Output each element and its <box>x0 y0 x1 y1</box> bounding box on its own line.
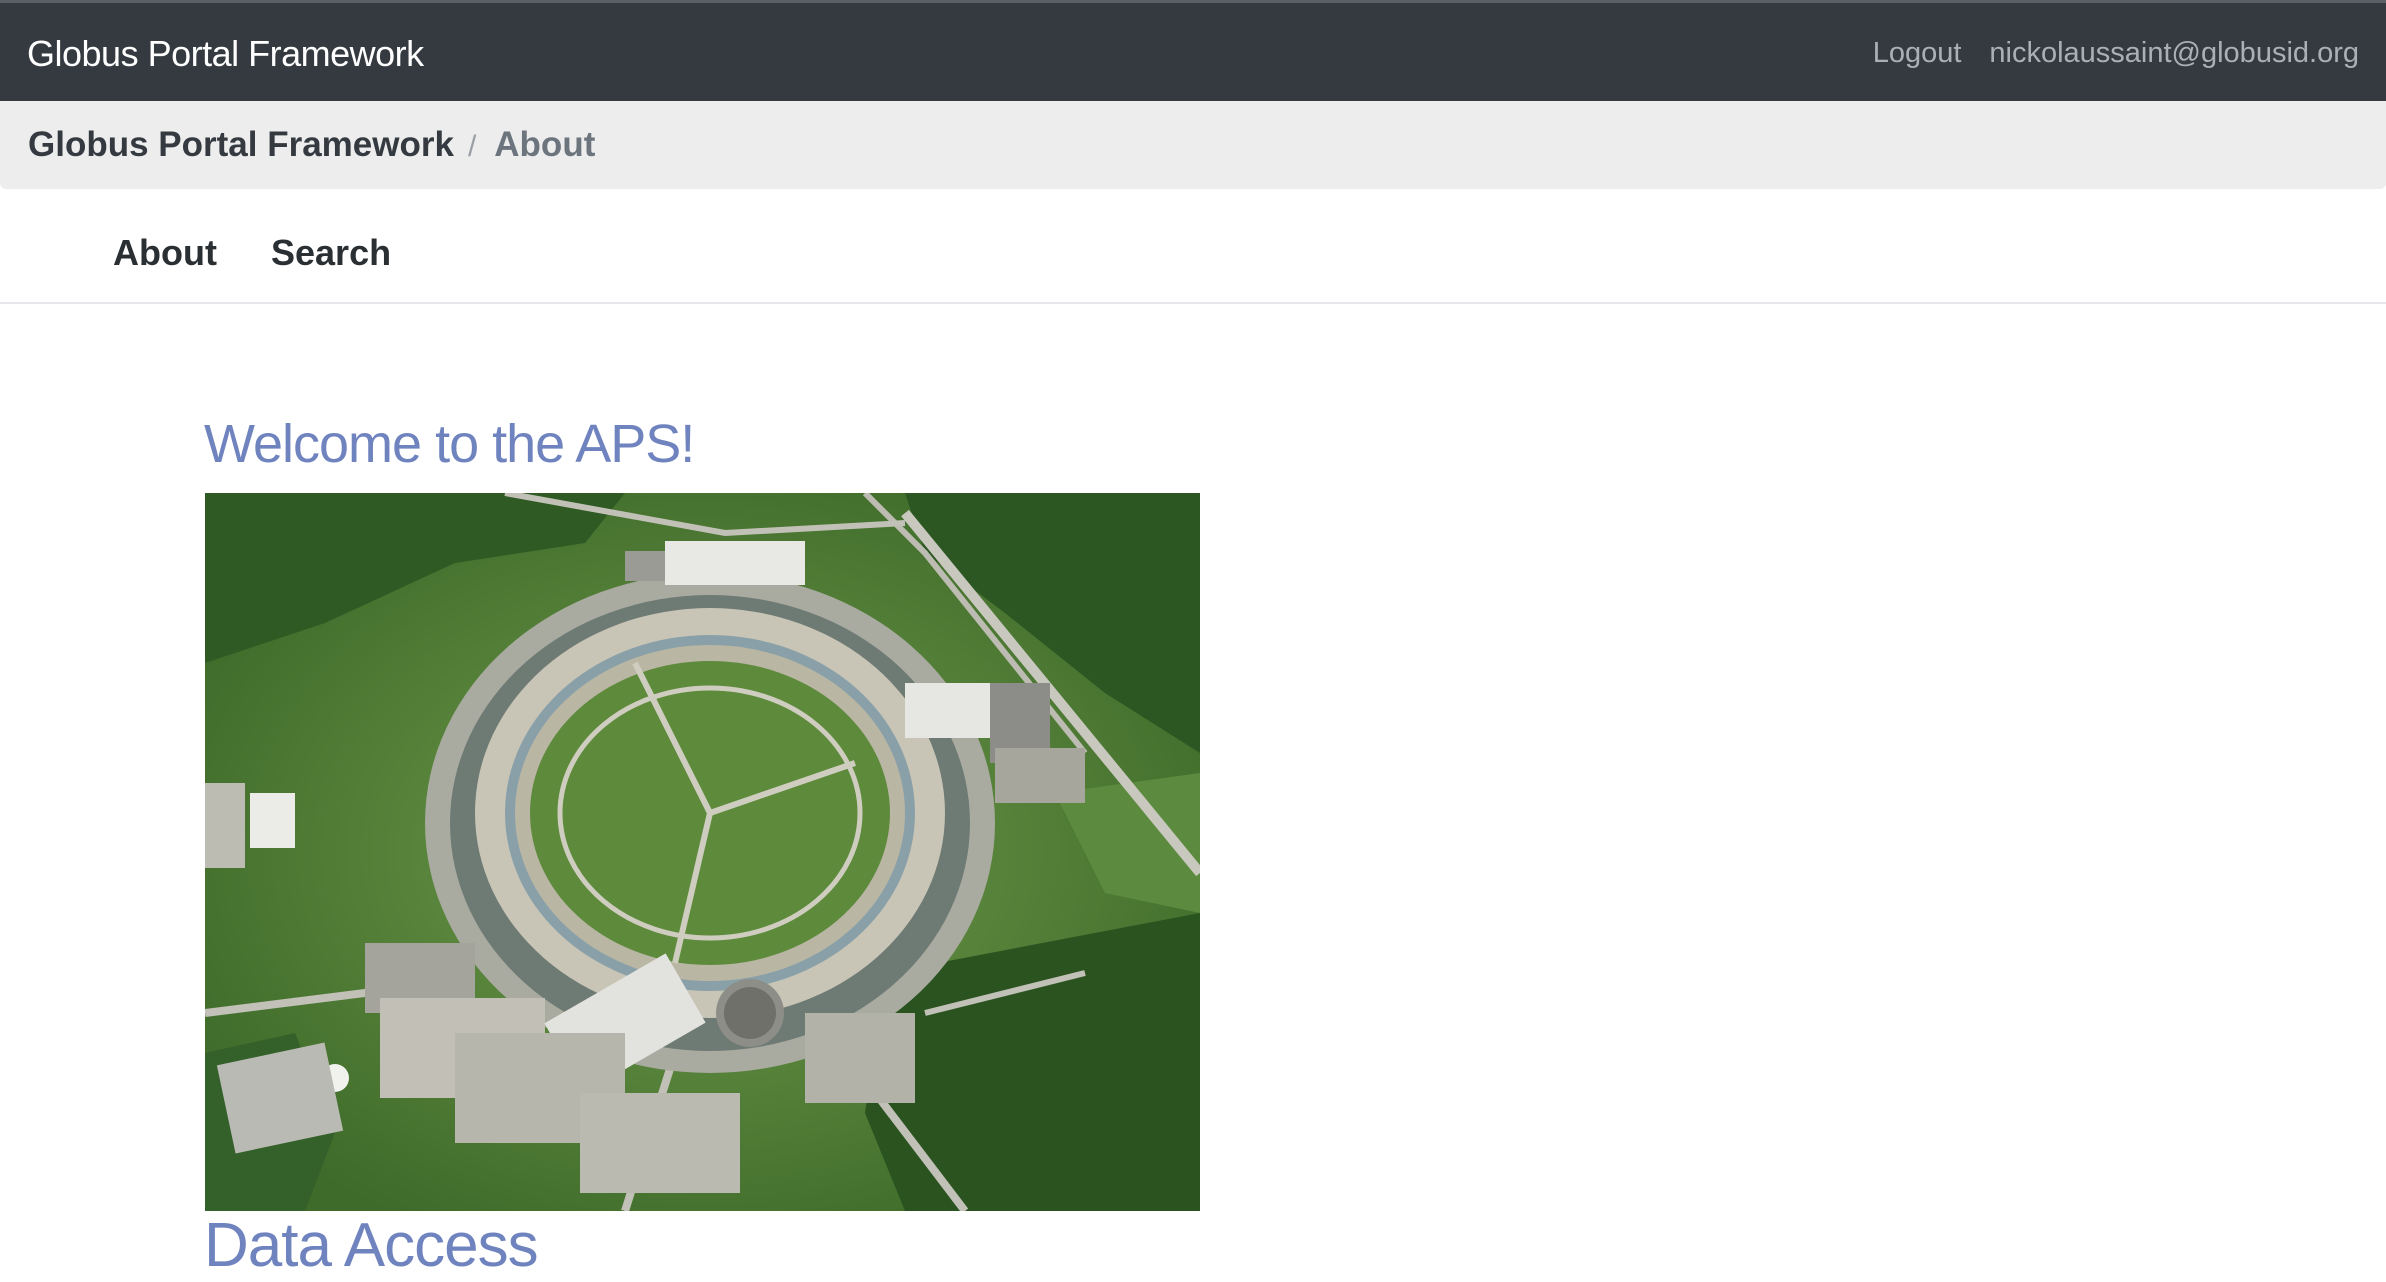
welcome-heading: Welcome to the APS! <box>204 414 695 474</box>
breadcrumb: Globus Portal Framework / About <box>0 101 2386 189</box>
data-access-heading: Data Access <box>204 1211 539 1280</box>
breadcrumb-home-link[interactable]: Globus Portal Framework <box>28 125 454 165</box>
top-navbar: Globus Portal Framework Logout nickolaus… <box>0 0 2386 101</box>
user-email-link[interactable]: nickolaussaint@globusid.org <box>1989 37 2359 70</box>
aps-aerial-photo <box>205 493 1200 1211</box>
tab-search[interactable]: Search <box>271 232 391 274</box>
project-tabs: About Search <box>0 189 2386 304</box>
breadcrumb-current: About <box>494 125 596 164</box>
navbar-user-menu: Logout nickolaussaint@globusid.org <box>1873 37 2359 70</box>
logout-link[interactable]: Logout <box>1873 37 1962 70</box>
navbar-brand-link[interactable]: Globus Portal Framework <box>27 33 424 75</box>
breadcrumb-separator: / <box>467 130 477 163</box>
tab-about[interactable]: About <box>113 232 217 274</box>
